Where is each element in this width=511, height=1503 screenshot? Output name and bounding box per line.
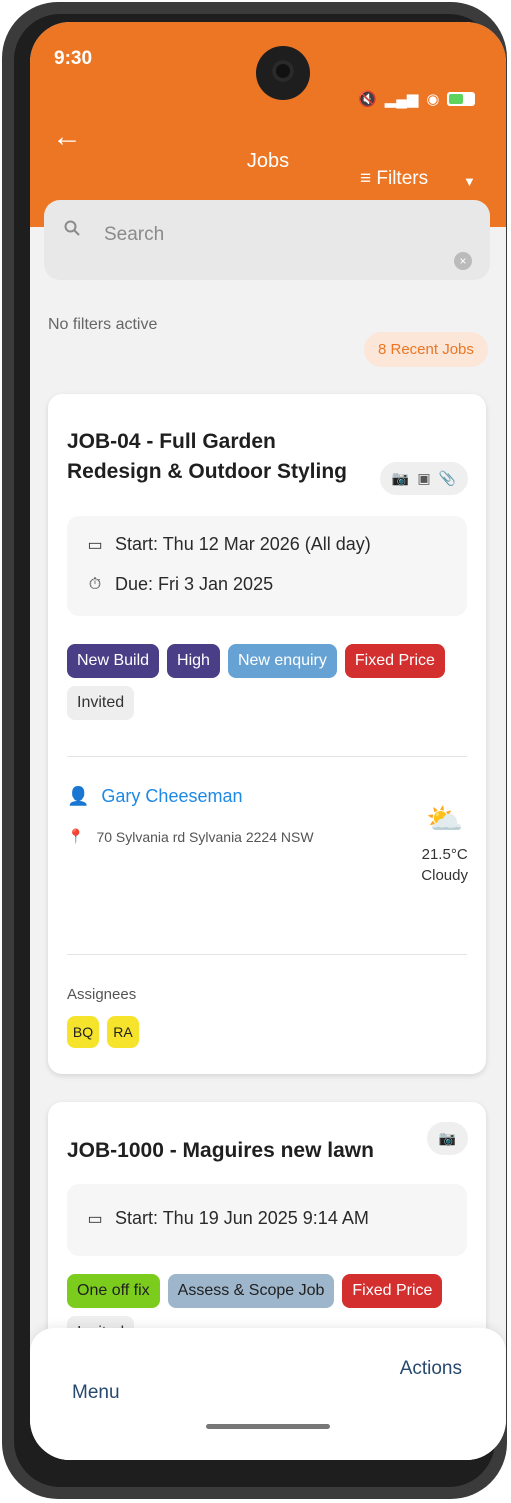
date-box: ▭ Start: Thu 12 Mar 2026 (All day) ⏱ Due… (67, 516, 467, 616)
signal-icon: ▂▄▆ (384, 91, 419, 108)
app-screen: 9:30 🔇 ▂▄▆ ◉ ← Jobs ≡ Filters ▼ Search ×… (30, 22, 506, 1460)
camera-lens (272, 60, 294, 82)
menu-button[interactable]: Menu (72, 1382, 120, 1404)
weather-desc: Cloudy (421, 867, 468, 884)
assignee-badge: RA (107, 1016, 139, 1048)
attachments-indicator: 📷 (426, 1122, 468, 1155)
calendar-icon: ▭ (87, 536, 103, 554)
start-date: Start: Thu 12 Mar 2026 (All day) (115, 534, 371, 554)
assignees-label: Assignees (67, 986, 137, 1003)
tag-list: New Build High New enquiry Fixed Price I… (67, 644, 477, 720)
tag-chip: Fixed Price (342, 1274, 443, 1308)
recent-jobs-badge[interactable]: 8 Recent Jobs (364, 332, 488, 367)
attachments-indicator: 📷 ▣ 📎 (379, 462, 468, 495)
address-text: 70 Sylvania rd Sylvania 2224 NSW (96, 828, 314, 845)
clear-icon[interactable]: × (454, 252, 472, 270)
date-box: ▭ Start: Thu 19 Jun 2025 9:14 AM (67, 1184, 467, 1256)
document-icon: ▣ (417, 470, 431, 486)
calendar-icon: ▭ (87, 1210, 103, 1228)
job-title: JOB-04 - Full Garden Redesign & Outdoor … (67, 430, 348, 483)
start-date: Start: Thu 19 Jun 2025 9:14 AM (115, 1208, 369, 1228)
tag-chip: High (167, 644, 220, 678)
start-row: ▭ Start: Thu 19 Jun 2025 9:14 AM (85, 1208, 369, 1229)
camera-icon: 📷 (438, 1130, 456, 1146)
weather-widget: ⛅ 21.5°C Cloudy (421, 803, 468, 885)
tag-chip: One off fix (67, 1274, 160, 1308)
tag-chip: New Build (67, 644, 160, 678)
weather-temp: 21.5°C (421, 846, 468, 863)
battery-icon (447, 92, 476, 106)
status-time: 9:30 (54, 48, 93, 69)
assignee-badge: BQ (67, 1016, 99, 1048)
filters-label: Filters (376, 168, 429, 189)
search-input[interactable]: Search × (44, 200, 490, 280)
filters-note: No filters active (48, 316, 158, 333)
bottom-bar: Menu Actions (30, 1328, 506, 1460)
caret-down-icon[interactable]: ▼ (463, 174, 476, 189)
camera-icon: 📷 (391, 470, 410, 486)
wifi-icon: ◉ (426, 91, 440, 108)
timer-icon: ⏱ (88, 575, 102, 593)
tag-chip: Fixed Price (344, 644, 445, 678)
tag-chip: Invited (67, 686, 135, 720)
person-icon: 👤 (67, 786, 90, 806)
divider (67, 954, 467, 955)
mute-icon: 🔇 (358, 91, 377, 108)
location-pin-icon: 📍 (67, 828, 85, 844)
app-header: 9:30 🔇 ▂▄▆ ◉ ← Jobs ≡ Filters ▼ (30, 22, 506, 227)
divider (67, 756, 467, 757)
job-title: JOB-1000 - Maguires new lawn (67, 1139, 374, 1162)
client-link[interactable]: 👤 Gary Cheeseman (67, 786, 243, 807)
filters-button[interactable]: ≡ Filters (360, 168, 428, 190)
partly-cloudy-icon: ⛅ (425, 803, 464, 836)
search-icon (64, 220, 80, 236)
due-date: Due: Fri 3 Jan 2025 (115, 574, 274, 594)
paperclip-icon: 📎 (438, 470, 456, 486)
address-row: 📍 70 Sylvania rd Sylvania 2224 NSW (67, 828, 314, 845)
assignee-list: BQ RA (67, 1016, 139, 1048)
filter-icon: ≡ (360, 168, 372, 189)
status-icons: 🔇 ▂▄▆ ◉ (358, 90, 476, 108)
search-placeholder: Search (104, 224, 165, 245)
camera-notch (256, 46, 310, 100)
tag-chip: New enquiry (227, 644, 337, 678)
start-row: ▭ Start: Thu 12 Mar 2026 (All day) (85, 534, 371, 555)
job-card[interactable]: JOB-04 - Full Garden Redesign & Outdoor … (48, 394, 486, 1074)
home-indicator (206, 1424, 330, 1429)
client-name: Gary Cheeseman (101, 786, 243, 806)
tag-chip: Assess & Scope Job (167, 1274, 335, 1308)
due-row: ⏱ Due: Fri 3 Jan 2025 (85, 574, 273, 595)
back-arrow-icon[interactable]: ← (52, 122, 82, 152)
actions-button[interactable]: Actions (400, 1358, 462, 1380)
page-title: Jobs (246, 150, 290, 172)
